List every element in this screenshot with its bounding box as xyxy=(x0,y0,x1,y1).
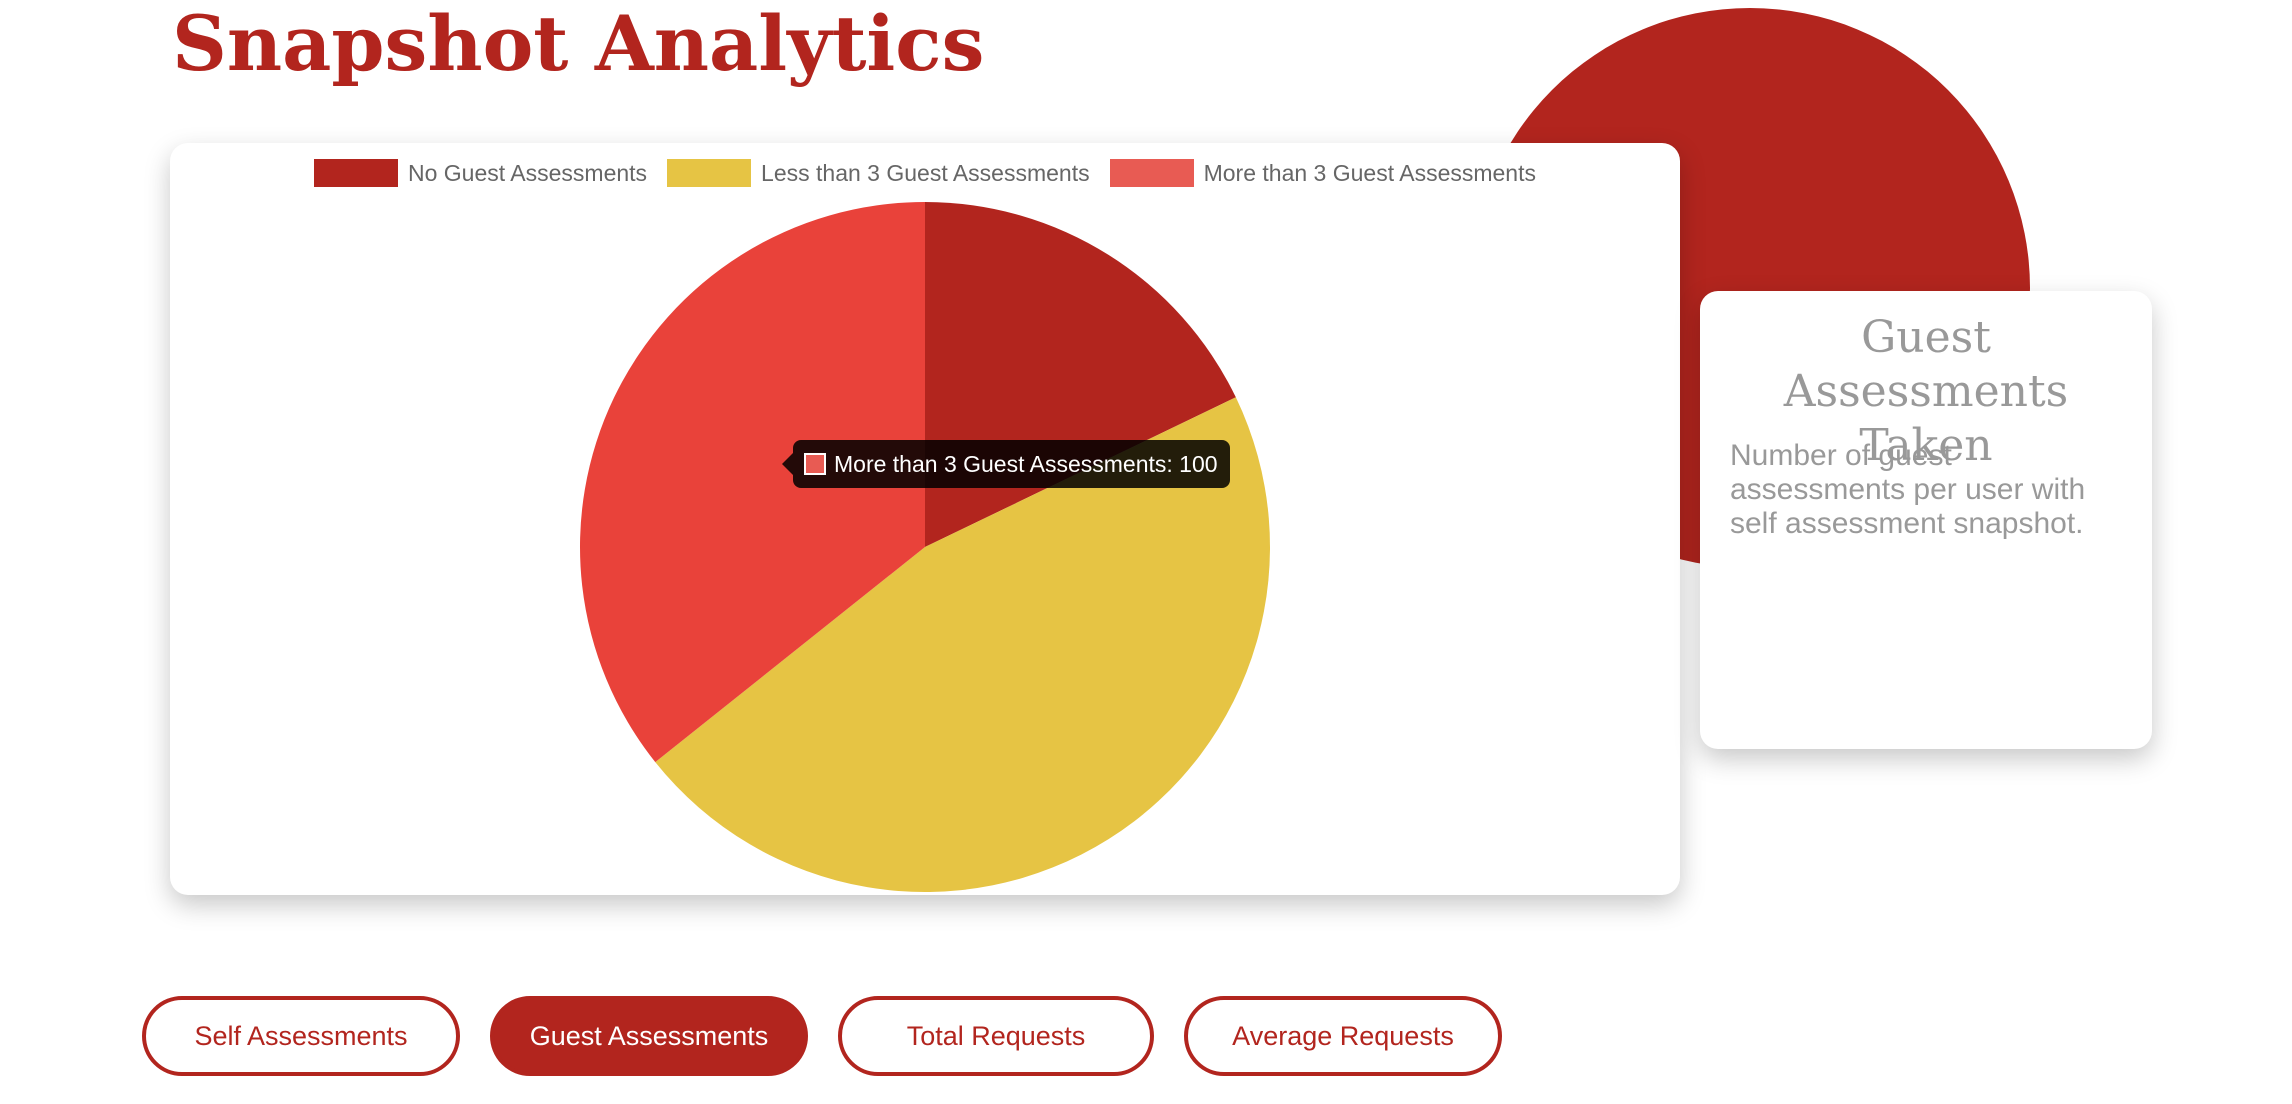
tooltip-swatch xyxy=(804,453,826,475)
legend-swatch xyxy=(1109,159,1194,187)
tab-total-requests[interactable]: Total Requests xyxy=(838,996,1154,1076)
tab-self-assessments[interactable]: Self Assessments xyxy=(142,996,460,1076)
info-card-description: Number of guest assessments per user wit… xyxy=(1730,439,2086,540)
tab-average-requests[interactable]: Average Requests xyxy=(1184,996,1502,1076)
legend-item-less-than-3[interactable]: Less than 3 Guest Assessments xyxy=(667,157,1090,189)
legend-swatch xyxy=(667,159,752,187)
chart-tabs: Self Assessments Guest Assessments Total… xyxy=(142,996,1502,1076)
tooltip-text: More than 3 Guest Assessments: 100 xyxy=(834,450,1218,477)
chart-tooltip: More than 3 Guest Assessments: 100 xyxy=(782,440,1230,488)
legend-swatch xyxy=(314,159,398,187)
page-title: Snapshot Analytics xyxy=(172,0,985,88)
legend-label: Less than 3 Guest Assessments xyxy=(761,159,1090,186)
legend-label: More than 3 Guest Assessments xyxy=(1203,159,1536,186)
legend-item-no-guest[interactable]: No Guest Assessments xyxy=(314,157,647,189)
chart-card: No Guest Assessments Less than 3 Guest A… xyxy=(170,143,1680,895)
legend-item-more-than-3[interactable]: More than 3 Guest Assessments xyxy=(1109,157,1536,189)
tab-guest-assessments[interactable]: Guest Assessments xyxy=(490,996,808,1076)
legend-label: No Guest Assessments xyxy=(408,159,648,186)
info-card: Guest Assessments Taken Number of guest … xyxy=(1700,291,2152,749)
chart-legend: No Guest Assessments Less than 3 Guest A… xyxy=(170,157,1680,189)
pie-chart xyxy=(580,202,1271,893)
